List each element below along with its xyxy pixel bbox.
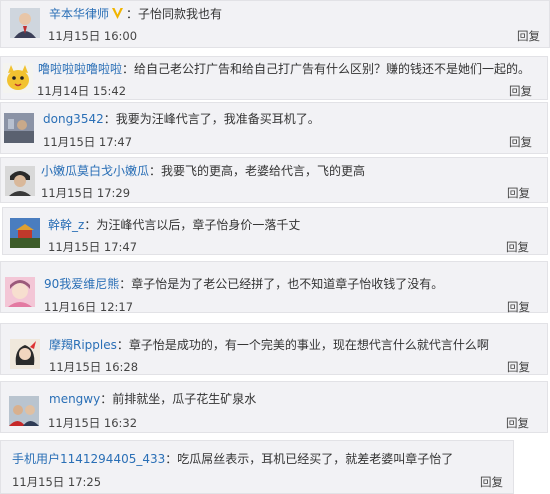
timestamp: 11月15日 16:32 — [48, 416, 138, 430]
username-link[interactable]: 噜啦啦啦噜啦啦 — [38, 62, 122, 76]
comment-card: 摩羯Ripples：章子怡是成功的，有一个完美的事业，现在想代言什么就代言什么啊… — [0, 323, 548, 375]
reply-button[interactable]: 回复 — [509, 135, 532, 149]
username-link[interactable]: 90我爱维尼熊 — [44, 277, 119, 291]
separator: ： — [103, 112, 116, 126]
comment-line: 摩羯Ripples：章子怡是成功的，有一个完美的事业，现在想代言什么就代言什么啊 — [49, 337, 489, 353]
reply-button[interactable]: 回复 — [507, 300, 530, 314]
username-link[interactable]: 幹幹_z — [48, 218, 84, 232]
reply-button[interactable]: 回复 — [507, 186, 530, 200]
timestamp: 11月15日 16:28 — [49, 360, 139, 374]
comment-text: 为汪峰代言以后，章子怡身价一落千丈 — [96, 218, 301, 232]
timestamp: 11月15日 17:47 — [48, 240, 138, 254]
comment-text: 前排就坐，瓜子花生矿泉水 — [112, 392, 257, 406]
reply-button[interactable]: 回复 — [517, 29, 540, 43]
avatar[interactable] — [10, 218, 40, 248]
verified-badge-icon — [112, 8, 124, 19]
avatar[interactable] — [5, 277, 35, 307]
username-link[interactable]: 手机用户1141294405_433 — [12, 452, 165, 466]
separator: ： — [116, 338, 129, 352]
comment-text: 章子怡是成功的，有一个完美的事业，现在想代言什么就代言什么啊 — [128, 338, 489, 352]
comment-card: dong3542：我要为汪峰代言了，我准备买耳机了。 11月15日 17:47 … — [0, 102, 548, 154]
timestamp: 11月16日 12:17 — [44, 300, 134, 314]
comment-card: 噜啦啦啦噜啦啦：给自己老公打广告和给自己打广告有什么区别？赚的钱还不是她们一起的… — [0, 56, 548, 100]
avatar[interactable] — [10, 8, 40, 38]
separator: ： — [122, 62, 135, 76]
reply-button[interactable]: 回复 — [480, 475, 503, 489]
separator: ： — [119, 277, 132, 291]
comment-line: dong3542：我要为汪峰代言了，我准备买耳机了。 — [43, 111, 320, 127]
reply-button[interactable]: 回复 — [506, 240, 529, 254]
comment-text: 给自己老公打广告和给自己打广告有什么区别？赚的钱还不是她们一起的。 — [134, 62, 531, 76]
avatar[interactable] — [5, 166, 35, 196]
username-link[interactable]: 摩羯Ripples — [49, 338, 117, 352]
comment-card: 幹幹_z：为汪峰代言以后，章子怡身价一落千丈 11月15日 17:47 回复 — [2, 207, 548, 255]
username-link[interactable]: mengwy — [49, 392, 100, 406]
comment-line: 90我爱维尼熊：章子怡是为了老公已经拼了，也不知道章子怡收钱了没有。 — [44, 276, 443, 292]
comment-text: 我要为汪峰代言了，我准备买耳机了。 — [115, 112, 320, 126]
avatar[interactable] — [4, 113, 34, 143]
username-link[interactable]: 辛本华律师 — [49, 7, 109, 21]
username-link[interactable]: 小嫩瓜莫白戈小嫩瓜 — [41, 164, 149, 178]
timestamp: 11月15日 17:25 — [12, 475, 102, 489]
avatar[interactable] — [9, 396, 39, 426]
reply-button[interactable]: 回复 — [507, 360, 530, 374]
comment-text: 吃瓜屌丝表示，耳机已经买了，就差老婆叫章子怡了 — [177, 452, 454, 466]
comment-line: 小嫩瓜莫白戈小嫩瓜：我要飞的更高，老婆给代言，飞的更高 — [41, 163, 365, 179]
reply-button[interactable]: 回复 — [509, 84, 532, 98]
comment-line: 噜啦啦啦噜啦啦：给自己老公打广告和给自己打广告有什么区别？赚的钱还不是她们一起的… — [38, 61, 530, 77]
comment-card: mengwy：前排就坐，瓜子花生矿泉水 11月15日 16:32 回复 — [0, 381, 548, 433]
separator: ： — [126, 7, 139, 21]
comment-line: 幹幹_z：为汪峰代言以后，章子怡身价一落千丈 — [48, 217, 300, 233]
timestamp: 11月15日 17:29 — [41, 186, 131, 200]
separator: ： — [165, 452, 178, 466]
timestamp: 11月14日 15:42 — [37, 84, 127, 98]
separator: ： — [84, 218, 97, 232]
comment-card: 90我爱维尼熊：章子怡是为了老公已经拼了，也不知道章子怡收钱了没有。 11月16… — [0, 261, 548, 314]
comment-line: mengwy：前排就坐，瓜子花生矿泉水 — [49, 391, 256, 407]
comment-line: 手机用户1141294405_433：吃瓜屌丝表示，耳机已经买了，就差老婆叫章子… — [12, 451, 453, 467]
username-link[interactable]: dong3542 — [43, 112, 104, 126]
comment-card: 小嫩瓜莫白戈小嫩瓜：我要飞的更高，老婆给代言，飞的更高 11月15日 17:29… — [0, 157, 548, 203]
reply-button[interactable]: 回复 — [506, 416, 529, 430]
timestamp: 11月15日 16:00 — [48, 29, 138, 43]
avatar[interactable] — [3, 63, 33, 93]
separator: ： — [149, 164, 162, 178]
comment-line: 辛本华律师 ：子怡同款我也有 — [49, 6, 222, 22]
comment-card: 辛本华律师 ：子怡同款我也有 11月15日 16:00 回复 — [0, 0, 550, 48]
comment-text: 我要飞的更高，老婆给代言，飞的更高 — [161, 164, 366, 178]
comment-card: 手机用户1141294405_433：吃瓜屌丝表示，耳机已经买了，就差老婆叫章子… — [0, 440, 514, 494]
separator: ： — [100, 392, 113, 406]
comment-text: 章子怡是为了老公已经拼了，也不知道章子怡收钱了没有。 — [131, 277, 444, 291]
avatar[interactable] — [10, 339, 40, 369]
comment-text: 子怡同款我也有 — [138, 7, 223, 21]
timestamp: 11月15日 17:47 — [43, 135, 133, 149]
